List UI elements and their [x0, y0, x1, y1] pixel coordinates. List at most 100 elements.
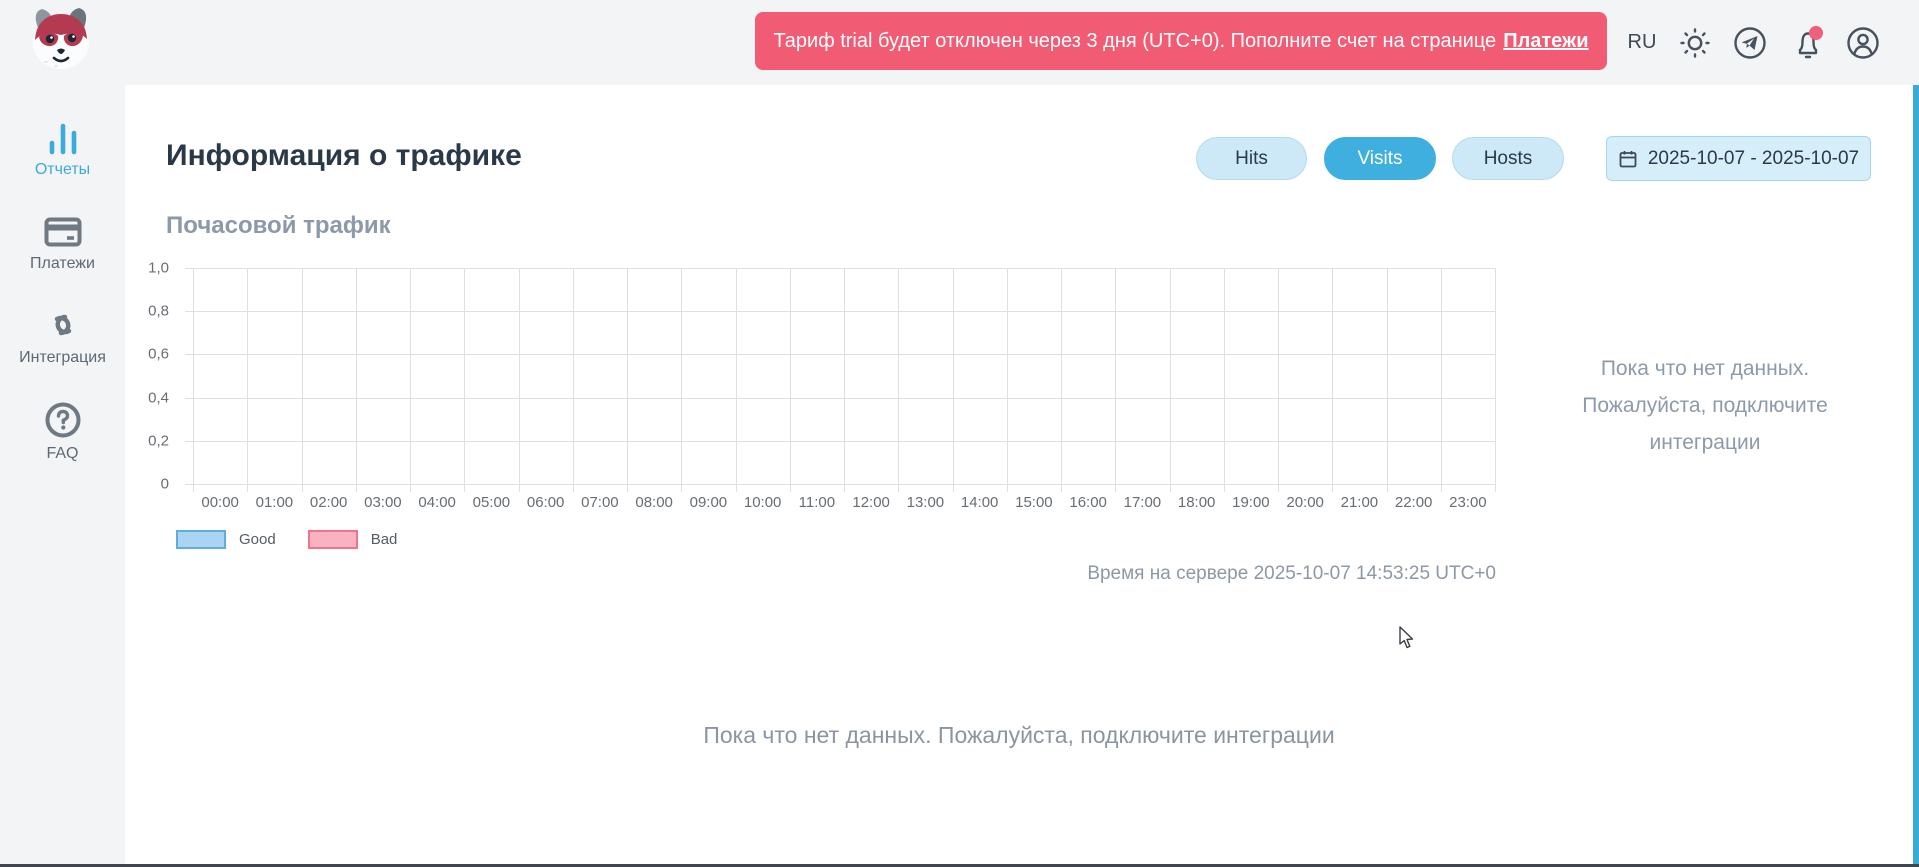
theme-toggle-button[interactable] — [1673, 0, 1717, 85]
link-icon — [43, 307, 83, 343]
notification-dot — [1809, 26, 1823, 40]
legend-swatch-bad — [308, 530, 358, 549]
grid-vline — [1115, 268, 1116, 492]
date-range-value: 2025-10-07 - 2025-10-07 — [1648, 148, 1859, 170]
chart-title: Почасовой трафик — [166, 212, 391, 240]
vertical-scrollbar[interactable] — [1913, 85, 1919, 864]
grid-hline — [185, 311, 1495, 312]
sidebar-item-label: Интеграция — [19, 349, 106, 367]
theme-sun-icon — [1678, 26, 1712, 60]
grid-vline — [302, 268, 303, 492]
x-tick-label: 12:00 — [852, 494, 890, 511]
y-tick-label: 0,6 — [148, 346, 169, 363]
profile-icon — [1846, 26, 1880, 60]
no-data-message-side: Пока что нет данных. Пожалуйста, подключ… — [1555, 350, 1855, 461]
legend-label: Good — [239, 531, 276, 548]
profile-button[interactable] — [1841, 0, 1885, 85]
grid-hline — [185, 398, 1495, 399]
grid-hline — [185, 441, 1495, 442]
x-tick-label: 22:00 — [1395, 494, 1433, 511]
date-range-picker[interactable]: 2025-10-07 - 2025-10-07 — [1606, 136, 1871, 181]
trial-warning-banner: Тариф trial будет отключен через 3 дня (… — [755, 12, 1607, 70]
telegram-icon — [1733, 26, 1767, 60]
language-switcher[interactable]: RU — [1620, 0, 1664, 85]
grid-vline — [193, 268, 194, 492]
grid-hline — [185, 484, 1495, 485]
x-tick-label: 19:00 — [1232, 494, 1270, 511]
raccoon-logo[interactable] — [26, 6, 96, 72]
notifications-button[interactable] — [1786, 0, 1830, 85]
legend-label: Bad — [371, 531, 398, 548]
sidebar-item-label: FAQ — [46, 445, 78, 463]
grid-vline — [898, 268, 899, 492]
x-tick-label: 02:00 — [310, 494, 348, 511]
telegram-button[interactable] — [1728, 0, 1772, 85]
grid-vline — [1387, 268, 1388, 492]
x-tick-label: 11:00 — [799, 494, 835, 511]
x-tick-label: 16:00 — [1069, 494, 1107, 511]
y-axis-labels: 1,00,80,60,40,20 — [139, 268, 183, 484]
grid-vline — [573, 268, 574, 492]
x-tick-label: 01:00 — [256, 494, 294, 511]
question-circle-icon — [44, 401, 82, 439]
grid-vline — [1495, 268, 1496, 492]
x-tick-label: 13:00 — [907, 494, 945, 511]
legend-swatch-good — [176, 530, 226, 549]
x-tick-label: 15:00 — [1015, 494, 1053, 511]
y-tick-label: 0 — [161, 476, 169, 493]
grid-vline — [1007, 268, 1008, 492]
sidebar-item-label: Платежи — [30, 255, 95, 273]
grid-vline — [410, 268, 411, 492]
y-tick-label: 0,8 — [148, 303, 169, 320]
grid-hline — [185, 268, 1495, 269]
x-tick-label: 20:00 — [1286, 494, 1324, 511]
x-tick-label: 05:00 — [473, 494, 511, 511]
y-tick-label: 0,2 — [148, 432, 169, 449]
sidebar-item-label: Отчеты — [35, 161, 90, 179]
grid-vline — [736, 268, 737, 492]
sidebar-item-integration[interactable]: Интеграция — [0, 307, 125, 383]
banner-message: Тариф trial будет отключен через 3 дня (… — [773, 30, 1496, 53]
app-root: Тариф trial будет отключен через 3 дня (… — [0, 0, 1919, 867]
x-tick-label: 08:00 — [635, 494, 673, 511]
grid-vline — [790, 268, 791, 492]
grid-vline — [627, 268, 628, 492]
y-tick-label: 0,4 — [148, 389, 169, 406]
x-tick-label: 00:00 — [201, 494, 239, 511]
tab-hosts[interactable]: Hosts — [1452, 137, 1564, 180]
banner-payments-link[interactable]: Платежи — [1503, 30, 1588, 53]
grid-vline — [1441, 268, 1442, 492]
grid-vline — [844, 268, 845, 492]
legend-item-bad: Bad — [308, 530, 398, 549]
grid-vline — [1061, 268, 1062, 492]
grid-vline — [519, 268, 520, 492]
sidebar-item-reports[interactable]: Отчеты — [0, 123, 125, 199]
x-tick-label: 10:00 — [744, 494, 782, 511]
server-time: Время на сервере 2025-10-07 14:53:25 UTC… — [1087, 563, 1496, 585]
sidebar-item-faq[interactable]: FAQ — [0, 401, 125, 477]
grid-vline — [953, 268, 954, 492]
sidebar-item-payments[interactable]: Платежи — [0, 215, 125, 291]
calendar-icon — [1618, 149, 1638, 169]
grid-vline — [1170, 268, 1171, 492]
grid-vline — [1278, 268, 1279, 492]
x-tick-label: 09:00 — [690, 494, 728, 511]
x-tick-label: 17:00 — [1124, 494, 1162, 511]
credit-card-icon — [43, 215, 83, 249]
x-tick-label: 03:00 — [364, 494, 402, 511]
grid-vline — [464, 268, 465, 492]
x-tick-label: 21:00 — [1341, 494, 1379, 511]
tab-visits[interactable]: Visits — [1324, 137, 1436, 180]
x-tick-label: 18:00 — [1178, 494, 1216, 511]
bar-chart-icon — [43, 123, 83, 155]
grid-vline — [1224, 268, 1225, 492]
mouse-cursor — [1397, 626, 1417, 650]
tab-hits[interactable]: Hits — [1196, 137, 1307, 180]
x-axis-labels: 00:0001:0002:0003:0004:0005:0006:0007:00… — [193, 494, 1495, 514]
legend-item-good: Good — [176, 530, 276, 549]
x-tick-label: 14:00 — [961, 494, 999, 511]
sidebar: Отчеты Платежи Интеграция FAQ — [0, 85, 125, 867]
grid-vline — [247, 268, 248, 492]
notifications-bell-icon — [1787, 23, 1829, 63]
page-title: Информация о трафике — [166, 139, 522, 173]
